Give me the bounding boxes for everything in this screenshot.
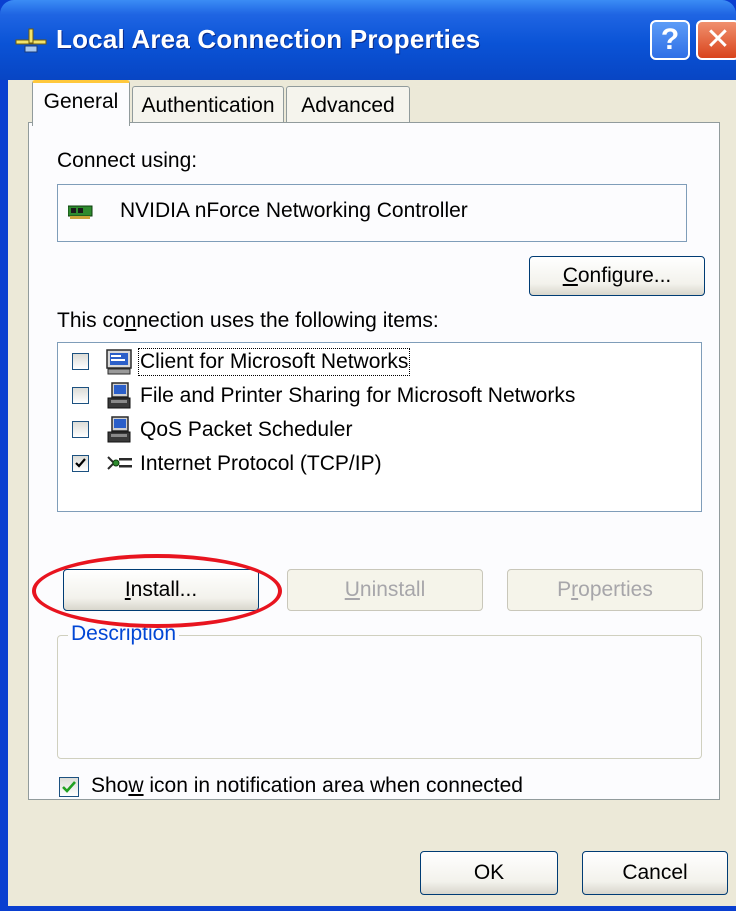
show-icon-mnemonic: w [128,774,144,797]
help-button[interactable]: ? [650,20,690,60]
uninstall-mnemonic: U [344,578,360,601]
component-label: Internet Protocol (TCP/IP) [140,452,382,475]
list-item[interactable]: Client for Microsoft Networks [58,345,698,379]
show-icon-label-post: icon in notification area when connected [143,774,523,797]
component-label: File and Printer Sharing for Microsoft N… [140,384,576,407]
show-icon-checkbox[interactable] [59,777,79,797]
configure-mnemonic: C [562,264,578,287]
show-icon-label-pre: Sho [91,774,129,797]
description-title: Description [68,622,180,646]
list-item[interactable]: Internet Protocol (TCP/IP) [58,447,698,481]
dialog-body: General Authentication Advanced Connect … [8,80,736,906]
network-service-icon [107,382,131,409]
network-connection-icon [15,28,47,53]
list-item[interactable]: File and Printer Sharing for Microsoft N… [58,379,698,413]
tab-advanced[interactable]: Advanced [286,86,410,126]
title-bar[interactable]: Local Area Connection Properties ? ✕ [0,0,736,80]
tab-authentication[interactable]: Authentication [132,86,284,126]
uninstall-button[interactable]: Uninstall [287,569,483,611]
component-checkbox[interactable] [72,387,89,404]
properties-dialog: Local Area Connection Properties ? ✕ Gen… [0,0,736,911]
network-client-icon [106,349,132,375]
properties-button[interactable]: Properties [507,569,703,611]
component-label: QoS Packet Scheduler [140,418,353,441]
window-title: Local Area Connection Properties [56,24,481,54]
description-group: Description [57,622,702,759]
components-list[interactable]: Client for Microsoft Networks File and P… [57,342,702,512]
properties-label-pre: P [557,578,572,601]
properties-label-post: operties [578,578,653,601]
adapter-name: NVIDIA nForce Networking Controller [120,199,468,222]
items-label: This connection uses the following items… [57,309,439,333]
component-label: Client for Microsoft Networks [137,348,411,376]
items-label-mnemonic: n [124,309,137,332]
ok-button[interactable]: OK [420,851,558,895]
configure-button[interactable]: Configure... [529,256,705,296]
install-button[interactable]: Install... [63,569,259,611]
tab-general[interactable]: General [32,80,130,126]
general-tab-panel: Connect using: NVIDIA nForce Networking … [28,122,720,800]
adapter-box: NVIDIA nForce Networking Controller [57,184,687,242]
configure-label-post: onfigure... [577,264,672,287]
connect-using-label: Connect using: [57,149,198,172]
items-label-post: nection uses the following items: [136,309,439,332]
cancel-button[interactable]: Cancel [582,851,728,895]
network-adapter-icon [68,205,93,219]
component-checkbox[interactable] [72,353,89,370]
component-checkbox[interactable] [72,421,89,438]
network-service-icon [107,416,131,443]
show-icon-label[interactable]: Show icon in notification area when conn… [91,774,523,798]
install-label-post: nstall... [130,578,198,601]
checkmark-icon [62,781,76,793]
uninstall-label-post: ninstall [359,578,426,601]
close-button[interactable]: ✕ [696,20,736,60]
list-item[interactable]: QoS Packet Scheduler [58,413,698,447]
checkmark-icon [75,458,86,468]
component-checkbox-checked[interactable] [72,455,89,472]
items-label-pre: This co [57,309,125,332]
network-protocol-icon [107,456,132,470]
